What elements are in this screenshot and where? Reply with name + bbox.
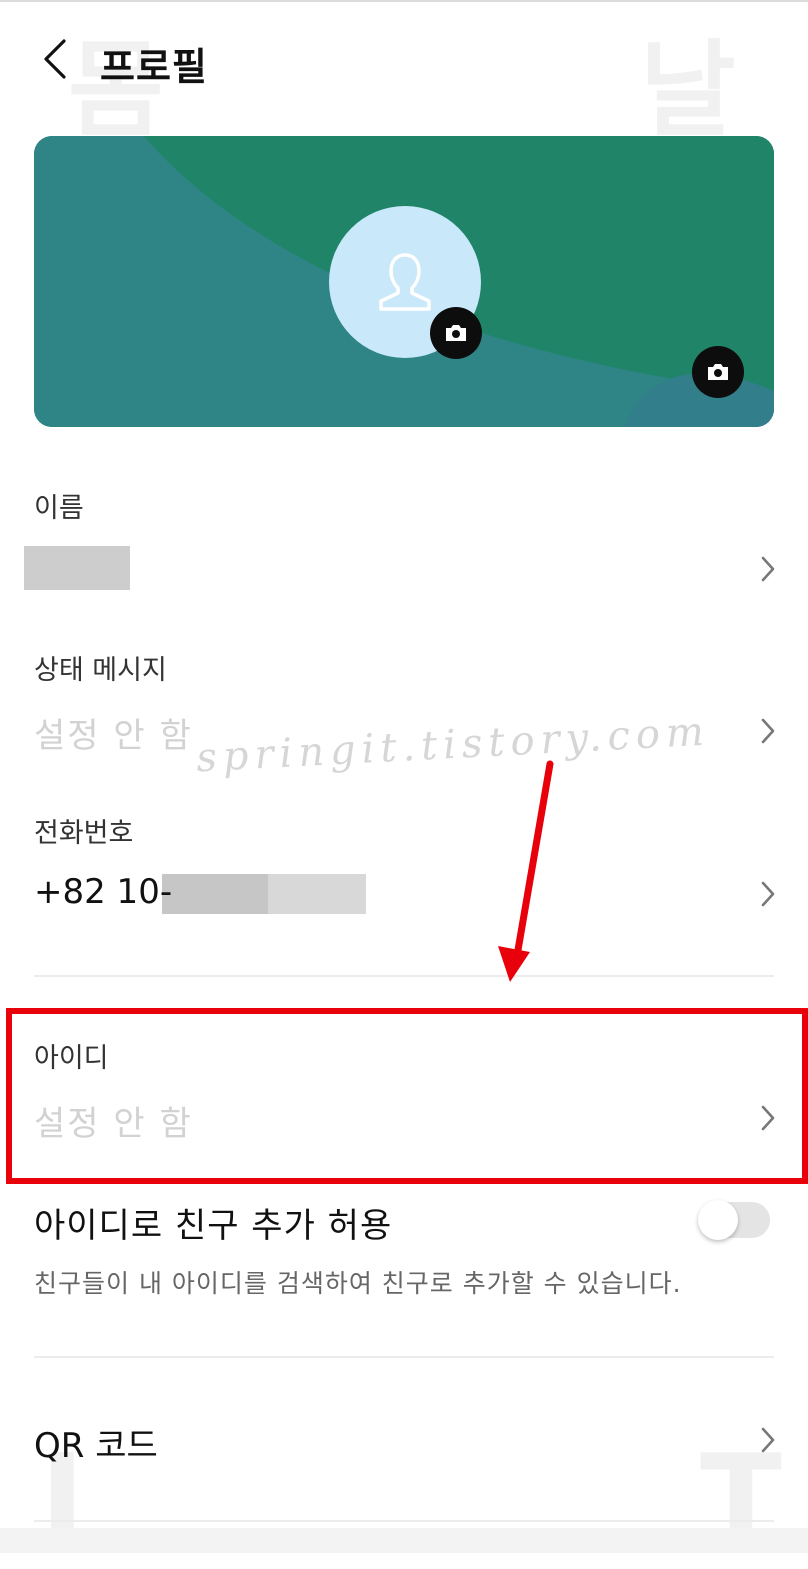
background-decoration-text: 날 <box>640 29 736 151</box>
page-title: 프로필 <box>100 45 208 89</box>
phone-label: 전화번호 <box>34 818 134 849</box>
camera-icon <box>708 364 728 380</box>
change-background-button[interactable] <box>692 346 744 398</box>
back-button[interactable] <box>30 34 80 84</box>
change-avatar-button[interactable] <box>430 307 482 359</box>
toggle-knob <box>698 1200 738 1240</box>
watermark-text: springit.tistory.com <box>195 708 711 782</box>
annotation-arrow-icon <box>498 760 554 982</box>
status-message-value[interactable]: 설정 안 함 <box>34 708 193 757</box>
section-divider <box>34 975 774 977</box>
chevron-left-icon <box>44 39 66 79</box>
camera-icon <box>446 325 466 341</box>
annotation-highlight-box <box>6 1008 808 1184</box>
chevron-right-icon <box>761 718 775 744</box>
chevron-right-icon <box>761 881 775 907</box>
top-divider <box>0 0 808 2</box>
qr-code-label[interactable]: QR 코드 <box>34 1418 158 1467</box>
section-divider <box>34 1520 774 1522</box>
status-message-label: 상태 메시지 <box>34 655 167 686</box>
phone-redaction <box>268 874 366 914</box>
section-divider <box>34 1356 774 1358</box>
user-silhouette-icon <box>379 253 431 311</box>
name-row[interactable] <box>34 530 774 610</box>
phone-value[interactable]: +82 10- <box>34 872 172 912</box>
chevron-right-icon <box>761 1427 775 1453</box>
name-label: 이름 <box>34 493 84 524</box>
allow-id-search-label: 아이디로 친구 추가 허용 <box>34 1206 393 1246</box>
phone-redaction <box>162 874 268 914</box>
profile-background-banner[interactable] <box>34 136 774 427</box>
allow-id-search-description: 친구들이 내 아이디를 검색하여 친구로 추가할 수 있습니다. <box>34 1269 682 1298</box>
bottom-bar <box>0 1528 808 1553</box>
chevron-right-icon <box>761 556 775 582</box>
allow-id-search-toggle[interactable] <box>698 1200 770 1240</box>
